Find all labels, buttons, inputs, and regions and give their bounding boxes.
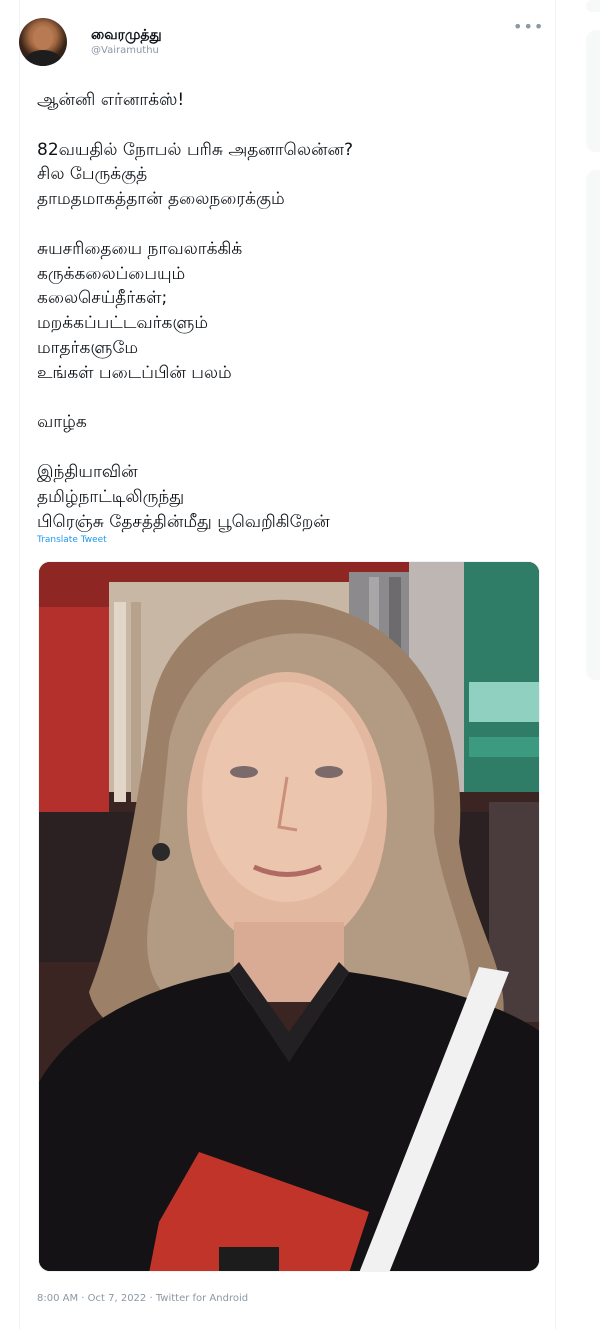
tweet-photo[interactable] (38, 561, 540, 1272)
author-handle[interactable]: @Vairamuthu (91, 44, 162, 58)
tweet-line: வாழ்க (37, 412, 87, 433)
tweet-line: பிரெஞ்சு தேசத்தின்மீது பூவெறிகிறேன் (37, 511, 330, 532)
tweet-header: வைரமுத்து @Vairamuthu ••• (19, 18, 543, 70)
tweet-line: உங்கள் படைப்பின் பலம் (37, 362, 232, 383)
sidebar-edge-card (586, 30, 600, 152)
author-display-name[interactable]: வைரமுத்து (91, 26, 162, 44)
tweet-line: இந்தியாவின் (37, 461, 138, 482)
author-avatar[interactable] (19, 18, 67, 66)
tweet-line: 82வயதில் நோபல் பரிசு அதனாலென்ன? (37, 139, 353, 160)
tweet-line: கருக்கலைப்பையும் (37, 263, 186, 284)
tweet-line: சுயசரிதையை நாவலாக்கிக் (37, 238, 243, 259)
more-options-icon[interactable]: ••• (513, 19, 543, 38)
tweet-line: தாமதமாகத்தான் தலைநரைக்கும் (37, 189, 285, 210)
tweet-line: கலைசெய்தீர்கள்; (37, 288, 168, 309)
tweet-line: மறக்கப்பட்டவர்களும் (37, 313, 208, 334)
tweet-line: தமிழ்நாட்டிலிருந்து (37, 486, 185, 507)
tweet-line: மாதர்களுமே (37, 337, 139, 358)
tweet-line: ஆன்னி எர்னாக்ஸ்! (37, 90, 185, 110)
sidebar-edge-panel (586, 170, 600, 680)
tweet-text: ஆன்னி எர்னாக்ஸ்! 82வயதில் நோபல் பரிசு அதன… (37, 88, 537, 534)
tweet-timestamp[interactable]: 8:00 AM · Oct 7, 2022 · Twitter for Andr… (37, 1293, 248, 1304)
author-name-block[interactable]: வைரமுத்து @Vairamuthu (91, 26, 162, 58)
sidebar-edge-top (586, 0, 600, 12)
photo-image (39, 562, 539, 1271)
tweet-line: சில பேருக்குத் (37, 164, 148, 185)
translate-tweet-link[interactable]: Translate Tweet (37, 535, 107, 545)
